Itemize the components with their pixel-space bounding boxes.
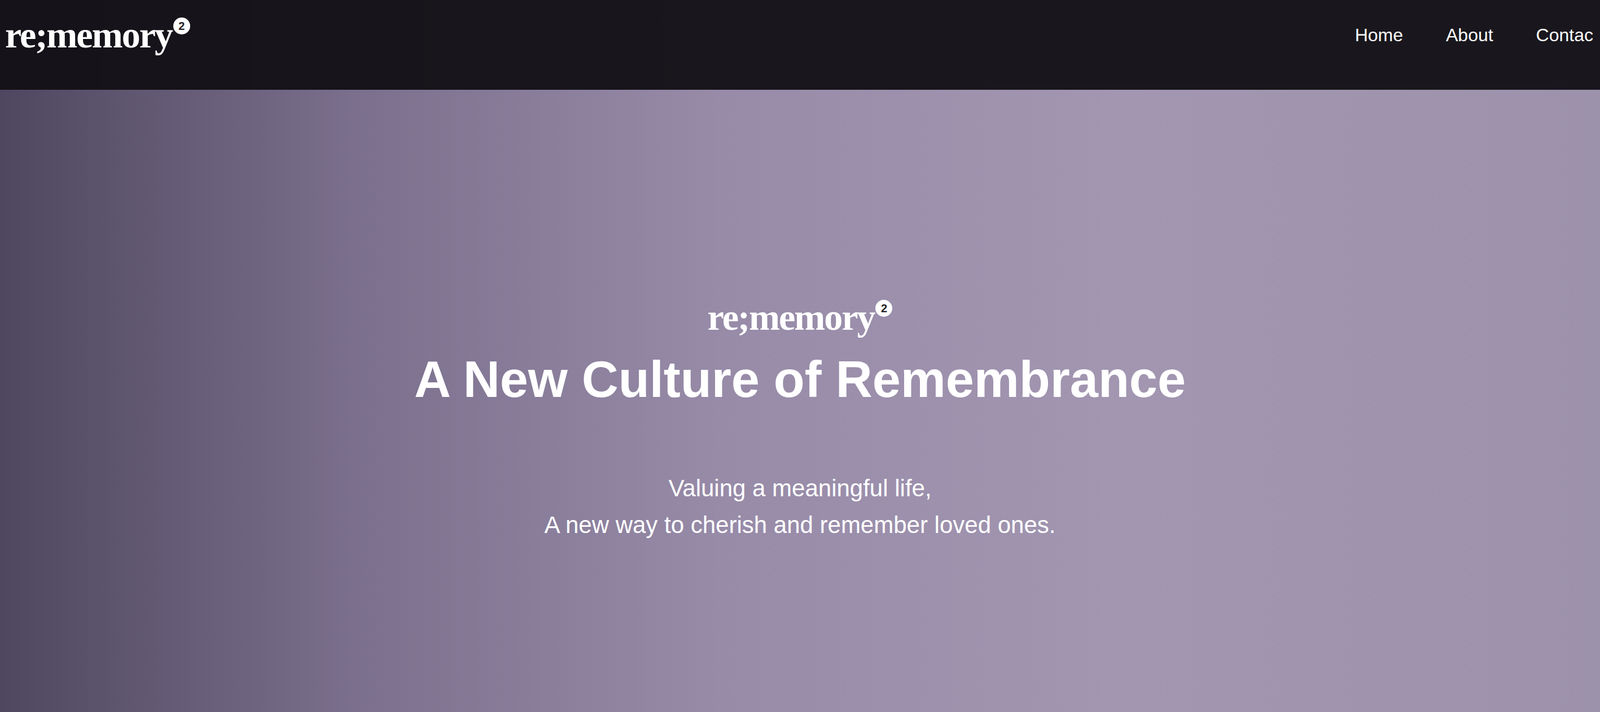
hero-title: A New Culture of Remembrance bbox=[414, 351, 1186, 408]
hero-subtitle: Valuing a meaningful life,A new way to c… bbox=[544, 469, 1056, 543]
main-nav: Home About Contac bbox=[1355, 0, 1594, 70]
subtitle-line: Valuing a meaningful life, bbox=[668, 469, 932, 507]
hero: re;memory2 A New Culture of Remembrance Va… bbox=[0, 89, 1600, 712]
header: re;memory2 Home About Contac bbox=[0, 0, 1600, 90]
nav-link[interactable]: Home bbox=[1355, 25, 1404, 45]
nav-link[interactable]: Contac bbox=[1536, 25, 1594, 45]
nav-link[interactable]: About bbox=[1445, 25, 1494, 45]
header-logo-wrap: re;memory2 bbox=[5, 0, 191, 70]
header-logo: re;memory2 bbox=[5, 16, 191, 54]
logo-text: re;memory bbox=[5, 16, 173, 54]
logo-text: re;memory bbox=[707, 298, 875, 336]
page: re;memory2HomeAboutContacre;memory2A New… bbox=[0, 0, 1600, 712]
logo-badge: 2 bbox=[173, 17, 191, 35]
logo-badge: 2 bbox=[875, 299, 893, 317]
subtitle-line: A new way to cherish and remember loved … bbox=[544, 506, 1056, 543]
hero-logo: re;memory2 bbox=[707, 298, 893, 336]
